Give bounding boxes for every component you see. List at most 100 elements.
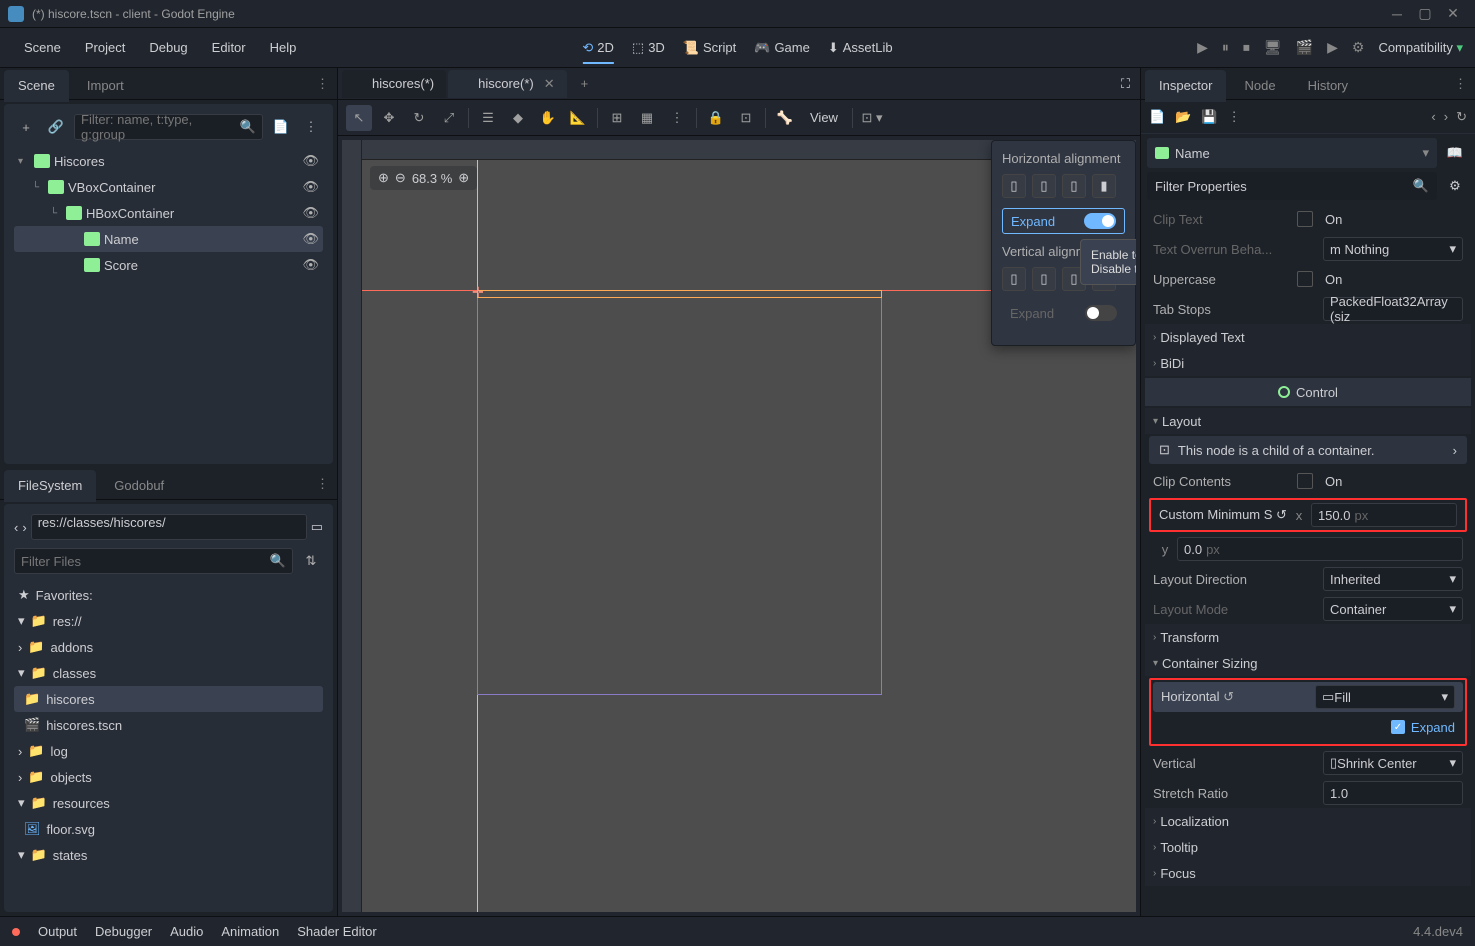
section-transform[interactable]: ›Transform [1145, 624, 1471, 650]
movie-button[interactable]: 🎬 [1296, 39, 1313, 56]
v-expand-toggle[interactable]: Expand [1002, 301, 1125, 325]
h-align-center[interactable]: ▯ [1032, 174, 1056, 198]
tree-node-hiscores[interactable]: ▾Hiscores👁 [14, 148, 323, 174]
rotate-tool[interactable]: ↻ [406, 105, 432, 131]
layout-dir-dropdown[interactable]: Inherited▾ [1323, 567, 1463, 591]
section-bidi[interactable]: ›BiDi [1145, 350, 1471, 376]
toggle-off-icon[interactable] [1085, 305, 1117, 321]
checkbox[interactable] [1297, 211, 1313, 227]
play-button[interactable]: ▶ [1197, 39, 1208, 56]
bottom-debugger[interactable]: Debugger [95, 924, 152, 939]
lock-tool[interactable]: 🔒 [703, 105, 729, 131]
section-localization[interactable]: ›Localization [1145, 808, 1471, 834]
section-tooltip[interactable]: ›Tooltip [1145, 834, 1471, 860]
fs-floor-svg[interactable]: 🖼floor.svg [14, 816, 323, 842]
panel-menu-icon[interactable]: ⋮ [308, 476, 337, 492]
tab-scene[interactable]: Scene [4, 70, 69, 102]
scene-filter-input[interactable]: Filter: name, t:type, g:group 🔍 [74, 114, 263, 140]
zoom-in-icon[interactable]: ⊕ [458, 170, 469, 186]
tabstops-field[interactable]: PackedFloat32Array (siz [1323, 297, 1463, 321]
move-tool[interactable]: ✥ [376, 105, 402, 131]
minimize-button[interactable]: ─ [1383, 6, 1411, 22]
menu-debug[interactable]: Debug [137, 40, 199, 55]
pan-tool[interactable]: ✋ [535, 105, 561, 131]
mode-game[interactable]: 🎮 Game [754, 40, 810, 56]
menu-editor[interactable]: Editor [200, 40, 258, 55]
mode-assetlib[interactable]: ⬇ AssetLib [828, 40, 893, 56]
tab-godobuf[interactable]: Godobuf [100, 470, 178, 502]
ruler-tool[interactable]: 📐 [565, 105, 591, 131]
tree-node-score[interactable]: Score👁 [14, 252, 323, 278]
stop-button[interactable]: ⏹ [1243, 39, 1250, 56]
load-resource-button[interactable]: 📂 [1175, 109, 1191, 125]
overrun-dropdown[interactable]: m Nothing▾ [1323, 237, 1463, 261]
fs-resources[interactable]: ▾📁resources [14, 790, 323, 816]
anchor-preset-button[interactable]: ⊡ ▾ [859, 105, 885, 131]
vertical-dropdown[interactable]: ▯ Shrink Center▾ [1323, 751, 1463, 775]
close-button[interactable]: ✕ [1439, 5, 1467, 22]
remote-button[interactable]: 🖥 [1264, 39, 1282, 56]
tab-node[interactable]: Node [1230, 70, 1289, 102]
section-displayed-text[interactable]: ›Displayed Text [1145, 324, 1471, 350]
menu-project[interactable]: Project [73, 40, 137, 55]
fs-filter-input[interactable]: Filter Files 🔍 [14, 548, 293, 574]
fs-hiscores[interactable]: 📁hiscores [14, 686, 323, 712]
fs-states[interactable]: ▾📁states [14, 842, 323, 868]
mode-2d[interactable]: ⟲ 2D [582, 40, 614, 64]
doc-button[interactable]: 📖 [1441, 134, 1469, 172]
checkbox[interactable] [1297, 271, 1313, 287]
sort-button[interactable]: ⇅ [299, 549, 323, 573]
tab-filesystem[interactable]: FileSystem [4, 470, 96, 502]
save-resource-button[interactable]: 💾 [1201, 109, 1217, 125]
split-view-button[interactable]: ▭ [311, 519, 323, 535]
h-align-fill[interactable]: ▮ [1092, 174, 1116, 198]
visibility-icon[interactable]: 👁 [302, 153, 319, 169]
close-tab-icon[interactable]: ✕ [544, 76, 555, 92]
zoom-level[interactable]: 68.3 % [412, 171, 452, 186]
fs-addons[interactable]: ›📁addons [14, 634, 323, 660]
mode-script[interactable]: 📜 Script [683, 40, 736, 56]
back-button[interactable]: ‹ [14, 520, 18, 535]
selected-node-outline[interactable] [477, 290, 882, 298]
tab-inspector[interactable]: Inspector [1145, 70, 1226, 102]
scene-more-button[interactable]: ⋮ [299, 115, 323, 139]
mode-3d[interactable]: ⬚ 3D [632, 40, 665, 56]
visibility-icon[interactable]: 👁 [302, 231, 319, 247]
visibility-icon[interactable]: 👁 [302, 179, 319, 195]
pause-button[interactable]: ⏸ [1222, 39, 1229, 56]
zoom-out-icon[interactable]: ⊖ [395, 170, 406, 186]
forward-button[interactable]: › [22, 520, 26, 535]
panel-menu-icon[interactable]: ⋮ [1446, 76, 1475, 92]
v-align-center[interactable]: ▯ [1032, 267, 1056, 291]
inspector-filter-input[interactable]: Filter Properties🔍 [1147, 172, 1437, 200]
tab-import[interactable]: Import [73, 70, 138, 102]
v-align-top[interactable]: ▯ [1002, 267, 1026, 291]
bottom-animation[interactable]: Animation [221, 924, 279, 939]
render-button[interactable]: ⚙ [1352, 39, 1365, 56]
bottom-audio[interactable]: Audio [170, 924, 203, 939]
stretch-input[interactable]: 1.0 [1323, 781, 1463, 805]
h-expand-toggle[interactable]: Expand [1002, 208, 1125, 234]
scale-tool[interactable]: ⤢ [436, 105, 462, 131]
grid-tool[interactable]: ▦ [634, 105, 660, 131]
section-container-sizing[interactable]: ▾Container Sizing [1145, 650, 1471, 676]
bottom-shader[interactable]: Shader Editor [297, 924, 377, 939]
h-align-right[interactable]: ▯ [1062, 174, 1086, 198]
menu-help[interactable]: Help [258, 40, 309, 55]
new-resource-button[interactable]: 📄 [1149, 109, 1165, 125]
new-tab-button[interactable]: + [569, 70, 601, 98]
fs-classes[interactable]: ▾📁classes [14, 660, 323, 686]
checkbox[interactable] [1297, 473, 1313, 489]
fs-hiscores-tscn[interactable]: 🎬hiscores.tscn [14, 712, 323, 738]
toggle-on-icon[interactable] [1084, 213, 1116, 229]
h-align-left[interactable]: ▯ [1002, 174, 1026, 198]
fs-objects[interactable]: ›📁objects [14, 764, 323, 790]
panel-menu-icon[interactable]: ⋮ [308, 76, 337, 92]
snap-tool[interactable]: ⊞ [604, 105, 630, 131]
bottom-output[interactable]: Output [38, 924, 77, 939]
path-input[interactable]: res://classes/hiscores/ [31, 514, 307, 540]
filter-settings-button[interactable]: ⚙ [1441, 172, 1469, 200]
fs-log[interactable]: ›📁log [14, 738, 323, 764]
control-class-header[interactable]: Control [1145, 378, 1471, 406]
section-focus[interactable]: ›Focus [1145, 860, 1471, 886]
